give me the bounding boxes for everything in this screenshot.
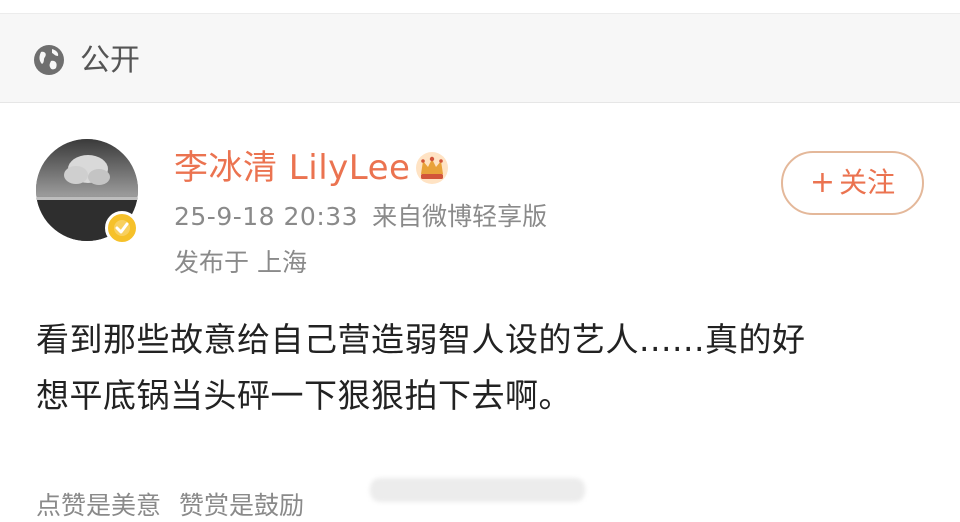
- location-prefix: 发布于: [174, 248, 250, 277]
- post-meta: 25-9-18 20:33 来自微博轻享版: [174, 201, 547, 233]
- globe-icon: [34, 45, 64, 75]
- post-location: 发布于 上海: [174, 247, 307, 279]
- post-time: 25-9-18 20:33: [174, 202, 359, 231]
- footer-right-text: 赞赏是鼓励: [179, 491, 305, 520]
- post-text: 看到那些故意给自己营造弱智人设的艺人......真的好 想平底锅当头砰一下狠狠拍…: [36, 312, 936, 424]
- follow-button[interactable]: + 关注: [781, 151, 924, 215]
- post-text-line: 想平底锅当头砰一下狠狠拍下去啊。: [36, 376, 572, 415]
- blurred-content: [370, 478, 585, 502]
- author-name[interactable]: 李冰清 LilyLee: [174, 148, 410, 188]
- plus-icon: +: [809, 165, 836, 200]
- location-value: 上海: [257, 248, 308, 277]
- post-source[interactable]: 来自微博轻享版: [372, 202, 547, 231]
- crown-icon: [416, 152, 448, 184]
- verified-badge-icon: [105, 211, 139, 245]
- follow-label: 关注: [839, 166, 896, 199]
- post-text-line: 看到那些故意给自己营造弱智人设的艺人......真的好: [36, 320, 806, 359]
- reward-footer: 点赞是美意 赞赏是鼓励: [36, 490, 304, 522]
- visibility-label: 公开: [80, 43, 140, 78]
- visibility-bar: 公开: [0, 14, 960, 103]
- footer-left-text: 点赞是美意: [36, 491, 162, 520]
